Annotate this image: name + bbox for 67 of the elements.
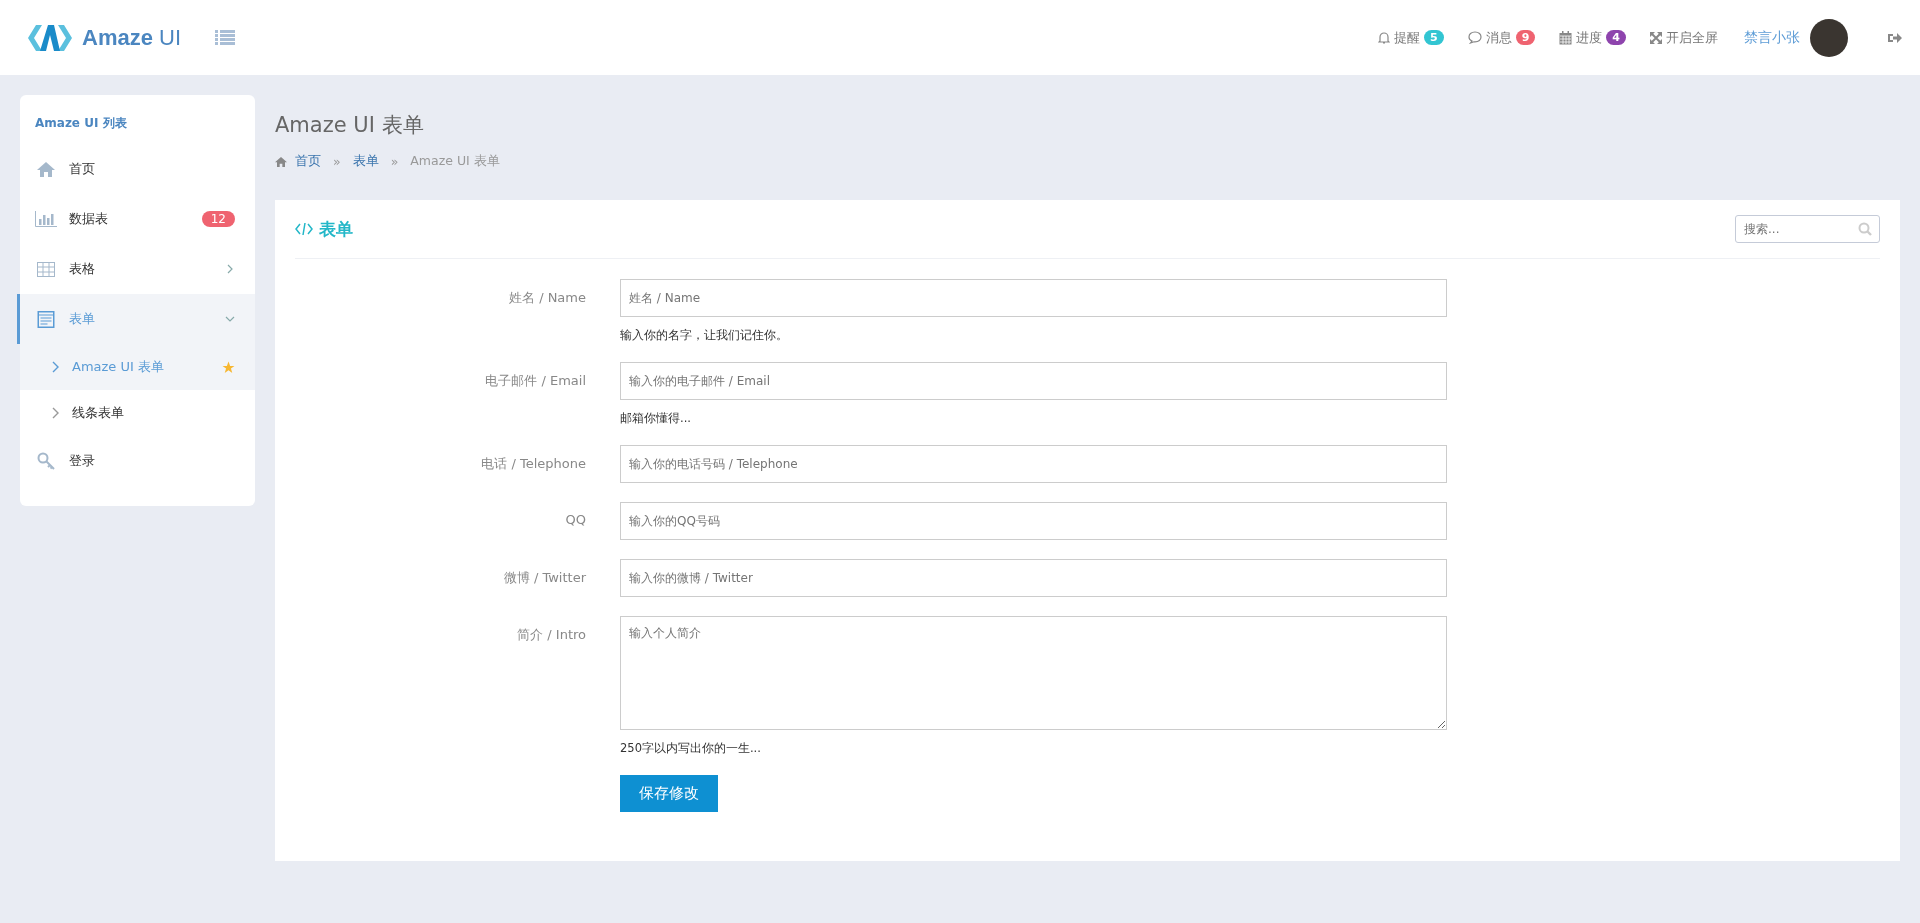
user-name[interactable]: 禁言小张	[1744, 28, 1800, 47]
expand-icon	[1650, 31, 1662, 44]
sidebar-item-label: 表单	[69, 310, 96, 328]
input-field[interactable]: 输入你的QQ号码	[620, 502, 1447, 540]
field-label: 简介 / Intro	[516, 626, 586, 644]
save-button[interactable]: 保存修改	[620, 775, 718, 812]
page-title: Amaze UI 表单	[275, 112, 425, 139]
breadcrumb-separator: »	[333, 154, 341, 169]
sidebar-item[interactable]: 表格	[17, 244, 255, 294]
breadcrumb-link[interactable]: 首页	[295, 153, 321, 170]
calendar-icon	[1559, 30, 1573, 45]
panel-title: 表单	[319, 217, 353, 241]
breadcrumb-current: Amaze UI 表单	[410, 153, 500, 170]
sidebar-item[interactable]: 表单	[17, 294, 255, 344]
input-field[interactable]: 输入你的电子邮件 / Email	[620, 362, 1447, 400]
sidebar-item[interactable]: 数据表 12	[17, 194, 255, 244]
nav-link[interactable]: 开启全屏	[1650, 28, 1718, 47]
count-badge: 4	[1606, 30, 1626, 45]
count-badge: 12	[201, 211, 235, 227]
bell-icon	[1378, 30, 1391, 45]
search-field[interactable]: 搜索...	[1735, 215, 1880, 243]
key-icon	[35, 452, 57, 470]
sidebar-title: Amaze UI 列表	[34, 115, 128, 132]
calendar-icon	[35, 310, 57, 328]
field-label: 姓名 / Name	[508, 289, 586, 307]
field-label: 电话 / Telephone	[480, 455, 586, 473]
count-badge: 5	[1424, 30, 1444, 45]
search-icon	[1858, 222, 1872, 236]
sidebar-subitem-label: 线条表单	[72, 404, 125, 422]
field-label: 微博 / Twitter	[502, 569, 586, 587]
menu-icon[interactable]	[215, 29, 236, 46]
sidebar-item-label: 表格	[69, 260, 96, 278]
code-icon	[295, 222, 313, 236]
chevron-right-icon	[52, 361, 60, 373]
nav-link[interactable]: 消息 9	[1467, 28, 1536, 47]
chat-bubble-icon	[1467, 31, 1482, 44]
help-text: 邮箱你懂得...	[620, 411, 692, 426]
sidebar-item-label: 登录	[69, 452, 96, 470]
help-text: 输入你的名字，让我们记住你。	[620, 328, 789, 343]
bar-chart-icon	[35, 211, 57, 227]
logout-icon[interactable]	[1888, 31, 1902, 44]
breadcrumb-link[interactable]: 表单	[352, 153, 379, 170]
sidebar-item-label: 数据表	[69, 210, 109, 228]
input-field[interactable]: 姓名 / Name	[620, 279, 1447, 317]
table-icon	[35, 261, 57, 277]
count-badge: 9	[1515, 30, 1536, 45]
avatar-placeholder[interactable]	[1810, 18, 1848, 57]
field-label: QQ	[564, 511, 586, 529]
field-label: 电子邮件 / Email	[484, 372, 586, 390]
chevron-right-icon	[52, 407, 60, 419]
home-icon	[275, 156, 287, 167]
sidebar-item-label: 首页	[69, 160, 96, 178]
sidebar-subitem[interactable]: Amaze UI 表单	[20, 344, 255, 390]
brand-name: Amaze UI	[82, 24, 182, 51]
sidebar-subitem[interactable]: 线条表单	[20, 390, 255, 436]
breadcrumb-separator: »	[390, 154, 399, 169]
logo-icon	[28, 24, 72, 51]
sidebar-item[interactable]: 首页	[17, 144, 255, 194]
input-field[interactable]: 输入你的微博 / Twitter	[620, 559, 1447, 597]
input-field[interactable]: 输入你的电话号码 / Telephone	[620, 445, 1447, 483]
text-area[interactable]: 输入个人简介	[620, 616, 1447, 730]
sidebar-subitem-label: Amaze UI 表单	[72, 358, 165, 376]
nav-link[interactable]: 提醒 5	[1378, 28, 1444, 47]
help-text: 250字以内写出你的一生...	[620, 741, 762, 756]
nav-link[interactable]: 进度 4	[1559, 28, 1626, 47]
home-icon	[35, 161, 57, 177]
sidebar-item[interactable]: 登录	[17, 436, 255, 486]
